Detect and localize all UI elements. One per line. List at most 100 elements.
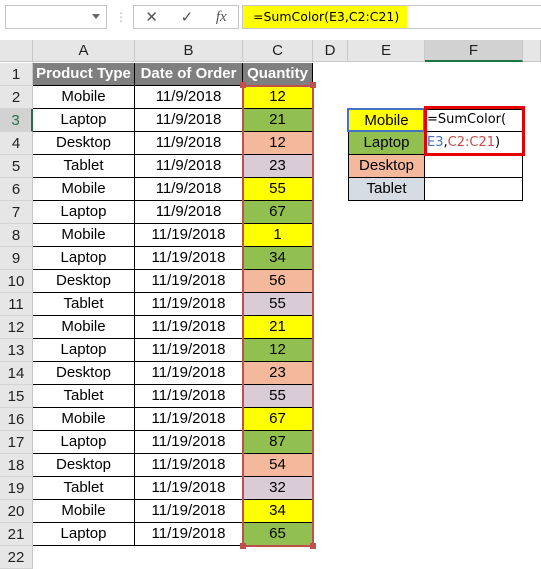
row-header-6[interactable]: 6 <box>0 178 33 201</box>
quantity-cell[interactable]: 56 <box>243 270 313 293</box>
row-header-9[interactable]: 9 <box>0 247 33 270</box>
row-header-8[interactable]: 8 <box>0 224 33 247</box>
date-cell[interactable]: 11/19/2018 <box>135 431 243 454</box>
row-header-21[interactable]: 21 <box>0 523 33 546</box>
date-cell[interactable]: 11/19/2018 <box>135 224 243 247</box>
date-cell[interactable]: 11/19/2018 <box>135 500 243 523</box>
date-cell[interactable]: 11/9/2018 <box>135 155 243 178</box>
row-header-4[interactable]: 4 <box>0 132 33 155</box>
quantity-cell[interactable]: 55 <box>243 178 313 201</box>
row-header-10[interactable]: 10 <box>0 270 33 293</box>
row-header-14[interactable]: 14 <box>0 362 33 385</box>
row-header-3[interactable]: 3 <box>0 109 33 132</box>
product-type-cell[interactable]: Mobile <box>33 224 135 247</box>
table-header[interactable]: Quantity <box>243 63 313 86</box>
summary-value-cell[interactable] <box>425 178 523 201</box>
date-cell[interactable]: 11/19/2018 <box>135 270 243 293</box>
product-type-cell[interactable]: Desktop <box>33 362 135 385</box>
table-header[interactable]: Date of Order <box>135 63 243 86</box>
product-type-cell[interactable]: Mobile <box>33 316 135 339</box>
quantity-cell[interactable]: 65 <box>243 523 313 546</box>
range-resize-handle[interactable] <box>240 543 246 549</box>
product-type-cell[interactable]: Mobile <box>33 178 135 201</box>
chevron-down-icon[interactable] <box>92 14 100 19</box>
quantity-cell[interactable]: 54 <box>243 454 313 477</box>
summary-value-cell[interactable] <box>425 155 523 178</box>
quantity-cell[interactable]: 12 <box>243 339 313 362</box>
row-header-11[interactable]: 11 <box>0 293 33 316</box>
column-header-c[interactable]: C <box>243 40 313 62</box>
column-header-f[interactable]: F <box>425 40 523 62</box>
product-type-cell[interactable]: Laptop <box>33 201 135 224</box>
drag-handle[interactable]: ⋮ <box>115 10 127 24</box>
quantity-cell[interactable]: 23 <box>243 362 313 385</box>
product-type-cell[interactable]: Tablet <box>33 477 135 500</box>
date-cell[interactable]: 11/19/2018 <box>135 454 243 477</box>
row-header-12[interactable]: 12 <box>0 316 33 339</box>
row-header-15[interactable]: 15 <box>0 385 33 408</box>
row-header-17[interactable]: 17 <box>0 431 33 454</box>
column-header-b[interactable]: B <box>135 40 243 62</box>
quantity-cell[interactable]: 67 <box>243 201 313 224</box>
cancel-icon[interactable]: ✕ <box>145 8 158 26</box>
date-cell[interactable]: 11/19/2018 <box>135 385 243 408</box>
quantity-cell[interactable]: 34 <box>243 500 313 523</box>
quantity-cell[interactable]: 21 <box>243 316 313 339</box>
date-cell[interactable]: 11/9/2018 <box>135 86 243 109</box>
row-header-20[interactable]: 20 <box>0 500 33 523</box>
quantity-cell[interactable]: 32 <box>243 477 313 500</box>
insert-function-icon[interactable]: fx <box>216 9 227 26</box>
date-cell[interactable]: 11/19/2018 <box>135 477 243 500</box>
summary-label-cell[interactable]: Desktop <box>348 155 425 178</box>
product-type-cell[interactable]: Laptop <box>33 431 135 454</box>
product-type-cell[interactable]: Desktop <box>33 454 135 477</box>
product-type-cell[interactable]: Desktop <box>33 132 135 155</box>
quantity-cell[interactable]: 55 <box>243 385 313 408</box>
table-header[interactable]: Product Type <box>33 63 135 86</box>
enter-icon[interactable]: ✓ <box>181 8 194 26</box>
summary-label-cell[interactable]: Tablet <box>348 178 425 201</box>
row-header-7[interactable]: 7 <box>0 201 33 224</box>
product-type-cell[interactable]: Mobile <box>33 408 135 431</box>
quantity-cell[interactable]: 21 <box>243 109 313 132</box>
name-box[interactable] <box>5 5 107 29</box>
quantity-cell[interactable]: 34 <box>243 247 313 270</box>
product-type-cell[interactable]: Tablet <box>33 385 135 408</box>
product-type-cell[interactable]: Laptop <box>33 339 135 362</box>
quantity-cell[interactable]: 1 <box>243 224 313 247</box>
product-type-cell[interactable]: Laptop <box>33 247 135 270</box>
date-cell[interactable]: 11/19/2018 <box>135 362 243 385</box>
column-header-e[interactable]: E <box>348 40 425 62</box>
summary-label-cell[interactable]: Laptop <box>348 132 425 155</box>
date-cell[interactable]: 11/9/2018 <box>135 132 243 155</box>
column-header-a[interactable]: A <box>33 40 135 62</box>
range-resize-handle[interactable] <box>240 82 246 88</box>
row-header-22[interactable]: 22 <box>0 546 33 569</box>
range-resize-handle[interactable] <box>310 82 316 88</box>
date-cell[interactable]: 11/19/2018 <box>135 293 243 316</box>
product-type-cell[interactable]: Mobile <box>33 500 135 523</box>
quantity-cell[interactable]: 87 <box>243 431 313 454</box>
date-cell[interactable]: 11/9/2018 <box>135 201 243 224</box>
row-header-16[interactable]: 16 <box>0 408 33 431</box>
quantity-cell[interactable]: 23 <box>243 155 313 178</box>
product-type-cell[interactable]: Desktop <box>33 270 135 293</box>
product-type-cell[interactable]: Tablet <box>33 293 135 316</box>
column-header-d[interactable]: D <box>313 40 348 62</box>
row-header-1[interactable]: 1 <box>0 63 33 86</box>
quantity-cell[interactable]: 12 <box>243 86 313 109</box>
date-cell[interactable]: 11/9/2018 <box>135 178 243 201</box>
row-header-5[interactable]: 5 <box>0 155 33 178</box>
product-type-cell[interactable]: Laptop <box>33 523 135 546</box>
quantity-cell[interactable]: 12 <box>243 132 313 155</box>
range-resize-handle[interactable] <box>310 543 316 549</box>
date-cell[interactable]: 11/19/2018 <box>135 523 243 546</box>
quantity-cell[interactable]: 55 <box>243 293 313 316</box>
row-header-18[interactable]: 18 <box>0 454 33 477</box>
select-all-corner[interactable] <box>0 40 33 62</box>
date-cell[interactable]: 11/19/2018 <box>135 247 243 270</box>
date-cell[interactable]: 11/9/2018 <box>135 109 243 132</box>
quantity-cell[interactable]: 67 <box>243 408 313 431</box>
date-cell[interactable]: 11/19/2018 <box>135 316 243 339</box>
formula-input[interactable]: =SumColor(E3,C2:C21) <box>242 5 541 29</box>
